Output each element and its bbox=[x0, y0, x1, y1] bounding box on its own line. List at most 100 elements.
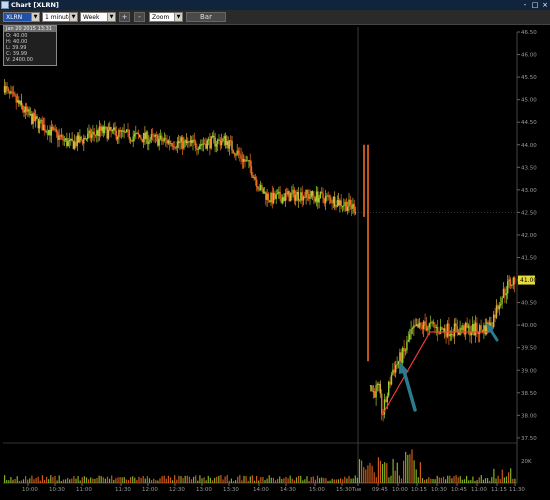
volume-bar bbox=[69, 479, 71, 483]
price-bar-body bbox=[395, 364, 397, 373]
price-bar-body bbox=[198, 145, 201, 149]
volume-bar bbox=[197, 480, 199, 483]
price-bar-body bbox=[292, 189, 294, 194]
volume-bar bbox=[64, 479, 67, 483]
price-bar-body bbox=[211, 135, 214, 137]
volume-bar bbox=[190, 479, 193, 483]
volume-bar bbox=[442, 476, 445, 483]
price-bar-body bbox=[22, 105, 24, 111]
volume-bar bbox=[493, 468, 495, 483]
price-bar-body bbox=[232, 150, 234, 154]
volume-bar bbox=[354, 475, 356, 483]
price-bar-body bbox=[284, 193, 286, 201]
price-bar-body bbox=[392, 369, 394, 375]
price-bar-body bbox=[128, 129, 130, 140]
price-bar-body bbox=[159, 135, 162, 140]
chevron-down-icon[interactable]: ▼ bbox=[107, 13, 115, 21]
chevron-down-icon[interactable]: ▼ bbox=[174, 13, 182, 21]
volume-bar bbox=[100, 476, 102, 483]
price-bar-body bbox=[430, 322, 432, 324]
price-bar-body bbox=[306, 189, 309, 195]
volume-bar bbox=[33, 479, 35, 483]
price-bar-body bbox=[64, 138, 67, 140]
chevron-down-icon[interactable]: ▼ bbox=[31, 13, 39, 21]
price-bar-body bbox=[399, 352, 401, 362]
price-bar-body bbox=[116, 136, 119, 140]
volume-bar bbox=[367, 465, 369, 483]
price-tick-label: 39.00 bbox=[521, 368, 537, 374]
volume-bar bbox=[304, 479, 306, 483]
time-tick-label: 15:00 bbox=[309, 487, 325, 493]
volume-bar bbox=[495, 478, 497, 483]
volume-bar bbox=[52, 477, 54, 483]
price-bar-body bbox=[187, 141, 189, 144]
price-bar-body bbox=[200, 144, 202, 146]
price-bar-body bbox=[246, 160, 249, 162]
volume-bar bbox=[369, 462, 371, 483]
price-bar-body bbox=[129, 139, 132, 141]
price-bar-body bbox=[328, 195, 331, 198]
price-bar-body bbox=[462, 325, 464, 331]
chevron-down-icon[interactable]: ▼ bbox=[69, 13, 77, 21]
price-bar-body bbox=[23, 110, 25, 113]
price-bar-body bbox=[110, 126, 112, 132]
price-bar-body bbox=[178, 141, 180, 144]
time-tick-label: 10:30 bbox=[49, 487, 65, 493]
volume-bar bbox=[466, 475, 468, 483]
price-bar-body bbox=[322, 193, 324, 199]
price-bar-body bbox=[336, 200, 338, 207]
price-bar-body bbox=[275, 194, 277, 199]
maximize-button[interactable]: □ bbox=[531, 1, 539, 9]
price-bar-body bbox=[25, 106, 28, 112]
price-bar-body bbox=[197, 148, 199, 150]
close-button[interactable]: × bbox=[541, 1, 549, 9]
volume-bar bbox=[365, 469, 367, 483]
minimize-button[interactable]: - bbox=[521, 1, 529, 9]
interval-select[interactable]: 1 minute ▼ bbox=[42, 12, 78, 22]
price-bar-body bbox=[61, 135, 63, 137]
zoom-value: Zoom bbox=[152, 14, 170, 21]
price-bar-body bbox=[105, 126, 107, 128]
price-bar-body bbox=[310, 191, 312, 197]
volume-bar bbox=[220, 475, 222, 483]
price-bar-body bbox=[495, 305, 498, 318]
price-bar-body bbox=[100, 126, 102, 131]
volume-bar bbox=[312, 476, 314, 483]
volume-bar bbox=[214, 477, 216, 483]
price-bar-body bbox=[261, 185, 263, 189]
price-chart[interactable]: 46.50 46.00 45.50 45.00 44.50 44.00 43.50 43.00… bbox=[0, 25, 550, 500]
zoom-in-button[interactable]: + bbox=[119, 12, 130, 22]
volume-bar bbox=[20, 480, 22, 483]
price-bar-body bbox=[7, 88, 10, 91]
price-bar-body bbox=[476, 322, 478, 333]
price-bar-body bbox=[421, 325, 423, 330]
price-bar-body bbox=[213, 135, 215, 138]
price-bar-body bbox=[330, 197, 332, 203]
bar-type-button[interactable]: Bar bbox=[186, 12, 226, 22]
time-tick-label: 13:00 bbox=[196, 487, 212, 493]
price-bar-body bbox=[241, 158, 244, 162]
price-bar-body bbox=[432, 321, 435, 325]
symbol-select[interactable]: XLRN ▼ bbox=[3, 12, 40, 22]
price-bar-body bbox=[59, 135, 62, 137]
price-bar-body bbox=[254, 177, 257, 180]
price-bar-body bbox=[92, 131, 94, 135]
price-bar-body bbox=[416, 324, 418, 327]
volume-bar bbox=[470, 480, 472, 483]
window-title: Chart [XLRN] bbox=[11, 1, 59, 9]
volume-bar bbox=[436, 475, 438, 483]
range-select[interactable]: Week ▼ bbox=[80, 12, 116, 22]
volume-bar bbox=[218, 475, 220, 483]
volume-bar bbox=[352, 478, 354, 483]
volume-bar bbox=[163, 475, 165, 483]
zoom-out-button[interactable]: - bbox=[134, 12, 145, 22]
price-bar-body bbox=[76, 135, 78, 147]
price-bar-body bbox=[278, 191, 280, 194]
volume-bar bbox=[373, 472, 375, 483]
price-bar-body bbox=[345, 201, 348, 211]
price-bar-body bbox=[470, 332, 472, 336]
zoom-select[interactable]: Zoom ▼ bbox=[149, 12, 183, 22]
volume-bar bbox=[90, 477, 92, 483]
price-tick-label: 37.50 bbox=[521, 436, 537, 442]
volume-bar bbox=[413, 460, 415, 483]
